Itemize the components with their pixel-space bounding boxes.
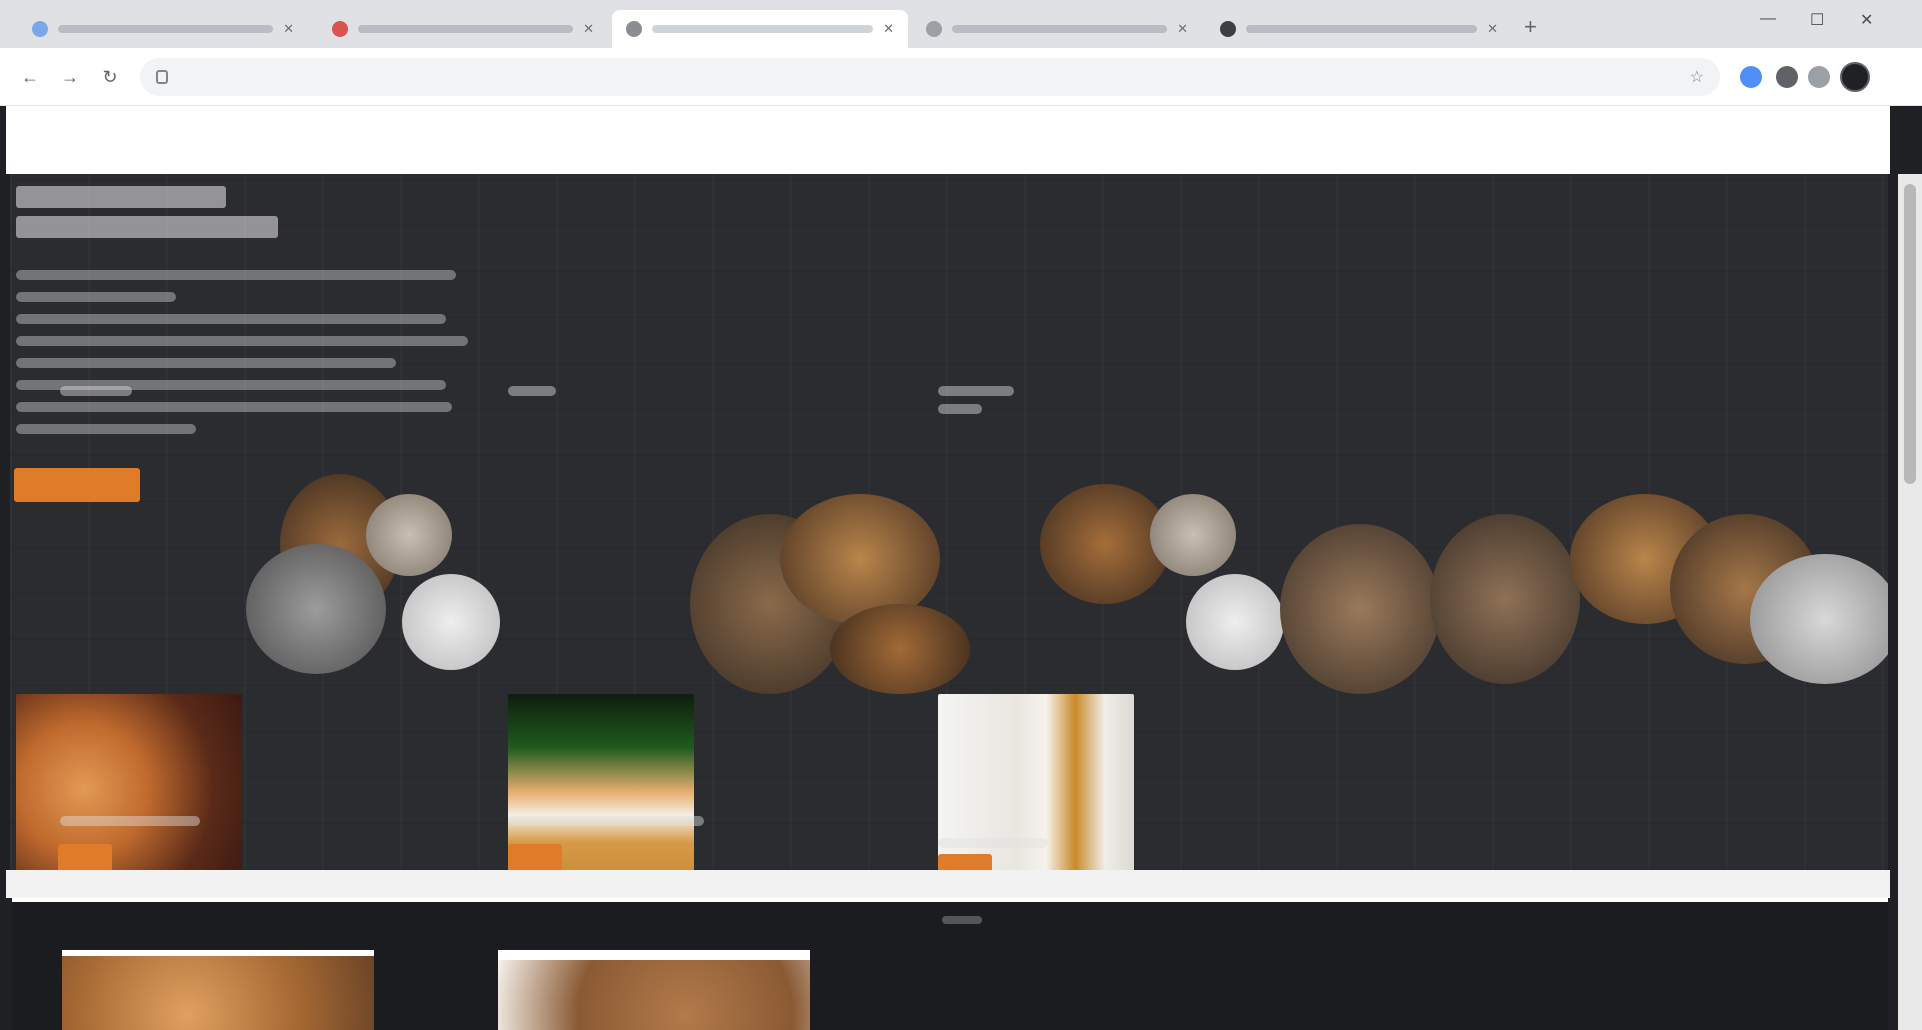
section-card[interactable] bbox=[62, 950, 374, 1030]
section-card[interactable] bbox=[498, 950, 810, 1030]
second-section bbox=[12, 898, 1888, 1030]
tab-title bbox=[1246, 25, 1478, 33]
side-panel-icon[interactable] bbox=[1808, 66, 1830, 88]
nav-link[interactable] bbox=[62, 130, 122, 150]
tab-close-icon[interactable]: ✕ bbox=[1177, 21, 1188, 37]
product-description bbox=[508, 816, 704, 826]
extension-icon[interactable] bbox=[1740, 66, 1762, 88]
product-description bbox=[938, 838, 1048, 848]
minimize-icon[interactable]: — bbox=[1760, 10, 1776, 28]
nav-link[interactable] bbox=[626, 130, 686, 150]
product-description bbox=[60, 816, 200, 826]
maximize-icon[interactable]: ☐ bbox=[1810, 10, 1824, 30]
back-icon[interactable]: ← bbox=[16, 63, 44, 91]
tab-favicon-icon bbox=[332, 21, 348, 37]
forward-icon[interactable]: → bbox=[56, 63, 84, 91]
tab-close-icon[interactable]: ✕ bbox=[1487, 21, 1498, 37]
address-bar[interactable]: ☆ bbox=[140, 58, 1720, 96]
browser-toolbar: ← → ↻ ☆ bbox=[0, 48, 1922, 106]
new-tab-icon[interactable]: + bbox=[1524, 14, 1537, 40]
hero-cta-button[interactable] bbox=[14, 468, 140, 502]
site-navigation bbox=[6, 106, 1890, 174]
section-card-image bbox=[498, 960, 810, 1030]
product-button[interactable] bbox=[508, 844, 562, 870]
product-button[interactable] bbox=[58, 844, 112, 870]
tab-close-icon[interactable]: ✕ bbox=[883, 21, 894, 37]
bookmark-star-icon[interactable]: ☆ bbox=[1690, 67, 1704, 87]
tab-title bbox=[952, 25, 1168, 33]
product-image[interactable] bbox=[16, 694, 242, 870]
hero-title bbox=[16, 178, 516, 246]
browser-tab[interactable]: ✕ bbox=[1206, 10, 1512, 48]
tab-title bbox=[58, 25, 274, 33]
tab-favicon-icon bbox=[926, 21, 942, 37]
tab-favicon-icon bbox=[626, 21, 642, 37]
browser-tab-active[interactable]: ✕ bbox=[612, 10, 908, 48]
section-divider bbox=[6, 870, 1890, 898]
hero-section bbox=[10, 174, 1888, 870]
hero-description bbox=[16, 270, 468, 446]
browser-tab[interactable]: ✕ bbox=[912, 10, 1202, 48]
url-input[interactable] bbox=[180, 68, 1580, 86]
ingredients-banner-image bbox=[10, 474, 1888, 694]
nav-link[interactable] bbox=[438, 130, 498, 150]
close-window-icon[interactable]: ✕ bbox=[1860, 10, 1873, 30]
product-name bbox=[508, 386, 556, 396]
tab-close-icon[interactable]: ✕ bbox=[283, 21, 294, 37]
tab-title bbox=[358, 25, 574, 33]
tab-favicon-icon bbox=[32, 21, 48, 37]
profile-avatar[interactable] bbox=[1840, 62, 1870, 92]
product-name bbox=[938, 386, 1014, 414]
browser-tab[interactable]: ✕ bbox=[18, 10, 308, 48]
tab-close-icon[interactable]: ✕ bbox=[583, 21, 594, 37]
nav-link[interactable] bbox=[250, 130, 310, 150]
page-scrollbar[interactable] bbox=[1898, 174, 1922, 1030]
browser-tabstrip: ✕ ✕ ✕ ✕ ✕ + — ☐ ✕ bbox=[0, 0, 1922, 48]
site-info-icon[interactable] bbox=[156, 70, 168, 84]
section-card-image bbox=[62, 956, 374, 1030]
scrollbar-thumb[interactable] bbox=[1904, 184, 1916, 484]
tab-favicon-icon bbox=[1220, 21, 1236, 37]
nav-link[interactable] bbox=[814, 130, 874, 150]
browser-tab[interactable]: ✕ bbox=[318, 10, 608, 48]
extension-puzzle-icon[interactable] bbox=[1776, 66, 1798, 88]
tab-title bbox=[652, 25, 874, 33]
reload-icon[interactable]: ↻ bbox=[96, 63, 124, 91]
product-button[interactable] bbox=[938, 854, 992, 870]
section-title bbox=[942, 916, 982, 924]
product-name bbox=[60, 386, 132, 396]
